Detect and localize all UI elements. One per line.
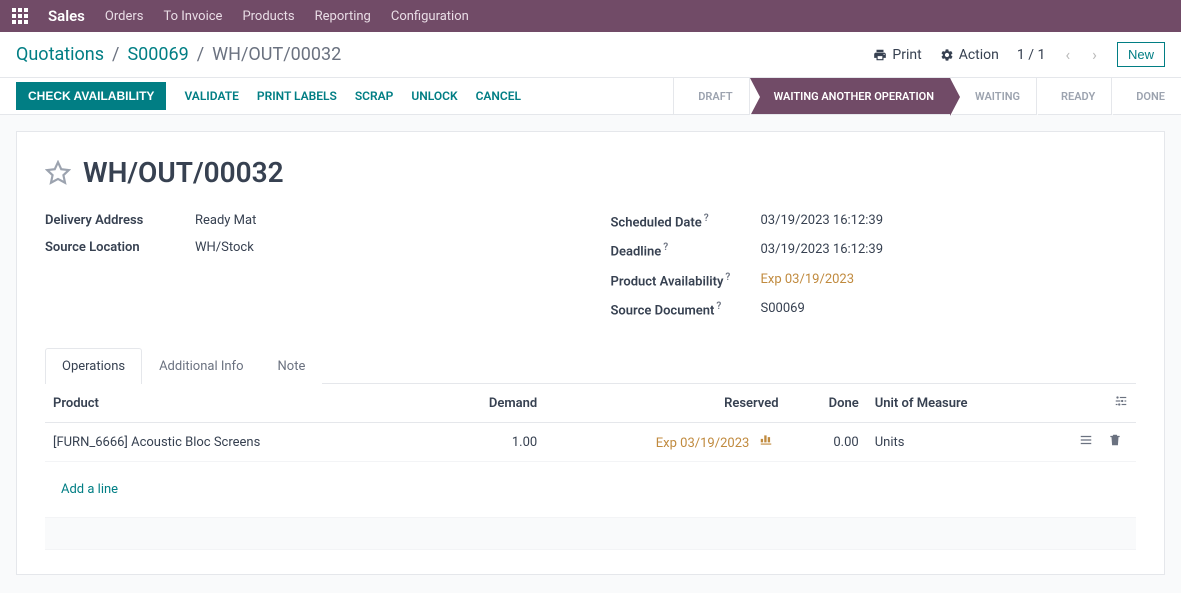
- unlock-button[interactable]: UNLOCK: [411, 89, 457, 103]
- validate-button[interactable]: VALIDATE: [184, 89, 238, 103]
- columns-settings-icon[interactable]: [1114, 397, 1128, 412]
- app-brand[interactable]: Sales: [48, 7, 85, 25]
- col-demand[interactable]: Demand: [433, 384, 545, 423]
- status-waiting-another[interactable]: WAITING ANOTHER OPERATION: [749, 78, 950, 114]
- page-title: WH/OUT/00032: [83, 156, 284, 189]
- product-availability-value: Exp 03/19/2023: [761, 272, 1137, 289]
- printer-icon: [873, 48, 887, 62]
- scheduled-date-label: Scheduled Date?: [611, 213, 761, 230]
- col-reserved[interactable]: Reserved: [545, 384, 786, 423]
- tab-operations[interactable]: Operations: [45, 348, 142, 384]
- status-draft[interactable]: DRAFT: [673, 78, 748, 114]
- action-buttons-left: CHECK AVAILABILITY VALIDATE PRINT LABELS…: [0, 78, 521, 114]
- detailed-operations-icon[interactable]: [1073, 433, 1099, 451]
- apps-icon[interactable]: [12, 8, 28, 24]
- pager-text: 1 / 1: [1017, 47, 1045, 63]
- source-document-value[interactable]: S00069: [761, 301, 1137, 318]
- status-bar: DRAFT WAITING ANOTHER OPERATION WAITING …: [673, 78, 1181, 114]
- tabs: Operations Additional Info Note: [45, 348, 1136, 384]
- add-line-row: Add a line: [45, 462, 1136, 518]
- breadcrumb-sep: /: [112, 44, 119, 65]
- source-location-label: Source Location: [45, 240, 195, 255]
- empty-footer-row: [45, 518, 1136, 550]
- col-done[interactable]: Done: [787, 384, 867, 423]
- header-actions: Print Action 1 / 1 ‹ › New: [873, 42, 1165, 67]
- source-document-label: Source Document?: [611, 301, 761, 318]
- breadcrumb-sep: /: [197, 44, 204, 65]
- fields-grid: Delivery Address Ready Mat Source Locati…: [45, 207, 1136, 324]
- product-availability-label: Product Availability?: [611, 272, 761, 289]
- pager-next[interactable]: ›: [1090, 45, 1099, 64]
- action-bar: CHECK AVAILABILITY VALIDATE PRINT LABELS…: [0, 77, 1181, 115]
- cell-done[interactable]: 0.00: [787, 423, 867, 462]
- breadcrumb: Quotations / S00069 / WH/OUT/00032: [16, 44, 341, 65]
- help-icon[interactable]: ?: [725, 272, 730, 283]
- print-button[interactable]: Print: [873, 47, 921, 63]
- pager-prev[interactable]: ‹: [1063, 45, 1072, 64]
- table-row[interactable]: [FURN_6666] Acoustic Bloc Screens 1.00 E…: [45, 423, 1136, 462]
- reserved-text: Exp 03/19/2023: [656, 436, 750, 451]
- forecast-icon[interactable]: [753, 433, 779, 451]
- breadcrumb-quotations[interactable]: Quotations: [16, 44, 104, 65]
- print-label: Print: [892, 47, 921, 63]
- delivery-address-value[interactable]: Ready Mat: [195, 213, 571, 228]
- action-button[interactable]: Action: [940, 47, 999, 63]
- cell-demand[interactable]: 1.00: [433, 423, 545, 462]
- breadcrumb-order[interactable]: S00069: [127, 44, 188, 65]
- col-product[interactable]: Product: [45, 384, 433, 423]
- cell-product[interactable]: [FURN_6666] Acoustic Bloc Screens: [45, 423, 433, 462]
- header-bar: Quotations / S00069 / WH/OUT/00032 Print…: [0, 32, 1181, 77]
- nav-products[interactable]: Products: [242, 9, 294, 24]
- status-waiting[interactable]: WAITING: [950, 78, 1036, 114]
- top-nav: Sales Orders To Invoice Products Reporti…: [0, 0, 1181, 32]
- new-button[interactable]: New: [1117, 42, 1165, 67]
- scheduled-date-value[interactable]: 03/19/2023 16:12:39: [761, 213, 1137, 230]
- cell-uom[interactable]: Units: [867, 423, 1056, 462]
- breadcrumb-current: WH/OUT/00032: [212, 44, 341, 65]
- help-icon[interactable]: ?: [704, 213, 709, 224]
- help-icon[interactable]: ?: [716, 301, 721, 312]
- deadline-label: Deadline?: [611, 242, 761, 259]
- action-label: Action: [959, 47, 999, 63]
- help-icon[interactable]: ?: [663, 242, 668, 253]
- main-card: WH/OUT/00032 Delivery Address Ready Mat …: [16, 131, 1165, 575]
- check-availability-button[interactable]: CHECK AVAILABILITY: [16, 82, 166, 110]
- deadline-value: 03/19/2023 16:12:39: [761, 242, 1137, 259]
- tab-additional-info[interactable]: Additional Info: [142, 348, 260, 384]
- add-line-button[interactable]: Add a line: [53, 472, 126, 507]
- print-labels-button[interactable]: PRINT LABELS: [257, 89, 337, 103]
- cancel-button[interactable]: CANCEL: [476, 89, 521, 103]
- star-icon[interactable]: [45, 160, 71, 186]
- nav-reporting[interactable]: Reporting: [315, 9, 371, 24]
- gear-icon: [940, 48, 954, 62]
- tab-note[interactable]: Note: [261, 348, 323, 384]
- cell-reserved: Exp 03/19/2023: [545, 423, 786, 462]
- status-ready[interactable]: READY: [1036, 78, 1111, 114]
- cell-actions: [1056, 423, 1136, 462]
- content-area: WH/OUT/00032 Delivery Address Ready Mat …: [0, 115, 1181, 591]
- title-row: WH/OUT/00032: [45, 156, 1136, 189]
- nav-orders[interactable]: Orders: [105, 9, 144, 24]
- operations-table: Product Demand Reserved Done Unit of Mea…: [45, 384, 1136, 550]
- scrap-button[interactable]: SCRAP: [355, 89, 394, 103]
- status-done[interactable]: DONE: [1111, 78, 1181, 114]
- nav-to-invoice[interactable]: To Invoice: [163, 9, 222, 24]
- col-uom[interactable]: Unit of Measure: [867, 384, 1056, 423]
- fields-right: Scheduled Date? 03/19/2023 16:12:39 Dead…: [611, 207, 1137, 324]
- source-location-value[interactable]: WH/Stock: [195, 240, 571, 255]
- fields-left: Delivery Address Ready Mat Source Locati…: [45, 207, 571, 324]
- delete-icon[interactable]: [1102, 433, 1128, 451]
- nav-configuration[interactable]: Configuration: [391, 9, 469, 24]
- delivery-address-label: Delivery Address: [45, 213, 195, 228]
